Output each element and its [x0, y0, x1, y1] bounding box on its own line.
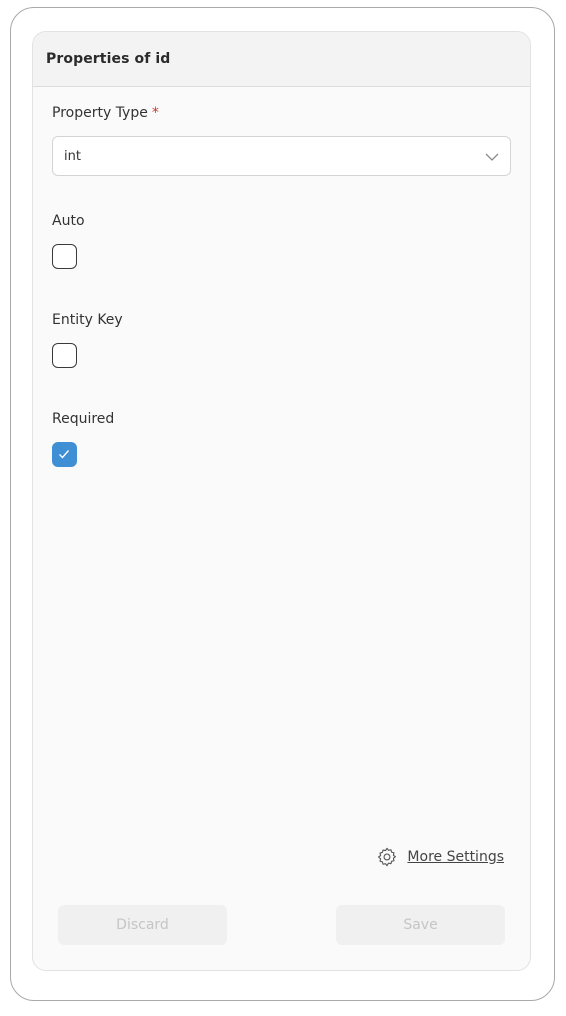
entity-key-label: Entity Key: [52, 312, 123, 328]
property-type-label: Property Type *: [52, 105, 159, 121]
panel-header: Properties of id: [33, 32, 530, 87]
check-icon: [59, 450, 70, 459]
required-checkbox[interactable]: [52, 442, 77, 467]
auto-checkbox[interactable]: [52, 244, 77, 269]
property-type-select[interactable]: int: [52, 136, 511, 176]
property-type-label-text: Property Type: [52, 105, 148, 121]
required-mark: *: [151, 105, 159, 121]
entity-key-checkbox[interactable]: [52, 343, 77, 368]
panel-title: Properties of id: [46, 51, 171, 67]
property-type-value: int: [64, 148, 81, 164]
auto-label: Auto: [52, 213, 85, 229]
more-settings-link[interactable]: More Settings: [376, 846, 504, 868]
required-label: Required: [52, 411, 115, 427]
discard-button[interactable]: Discard: [58, 905, 227, 945]
gear-icon: [378, 847, 397, 867]
chevron-down-icon: [485, 153, 499, 161]
save-button[interactable]: Save: [336, 905, 505, 945]
more-settings-label: More Settings: [407, 849, 504, 865]
properties-panel: Properties of id Property Type * int Auto…: [32, 31, 531, 971]
